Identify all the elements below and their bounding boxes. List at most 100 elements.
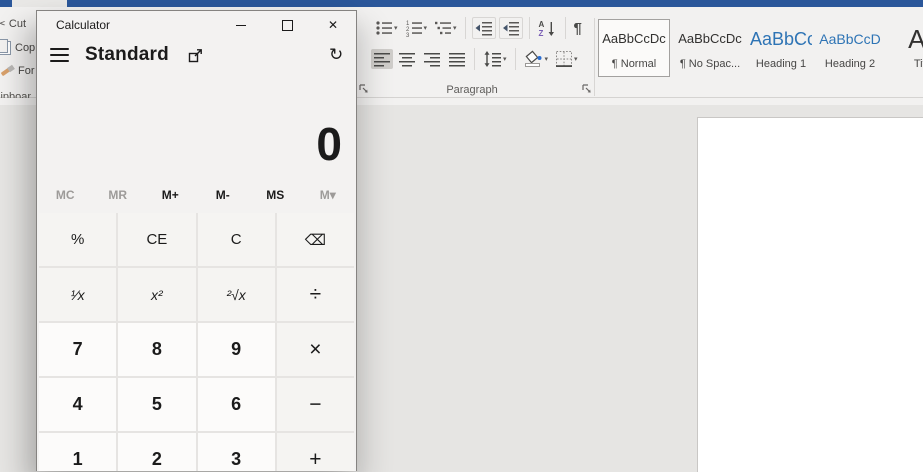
minimize-button[interactable] bbox=[218, 11, 264, 39]
memory-recall-button[interactable]: MR bbox=[92, 188, 145, 202]
multiply-key[interactable]: × bbox=[277, 323, 354, 376]
style-label: ¶ No Spac... bbox=[675, 58, 745, 70]
memory-clear-button[interactable]: MC bbox=[39, 188, 92, 202]
style-label: Title bbox=[888, 58, 923, 70]
five-key[interactable]: 5 bbox=[118, 378, 195, 431]
subtract-key[interactable]: − bbox=[277, 378, 354, 431]
one-key[interactable]: 1 bbox=[39, 433, 116, 471]
square-key[interactable]: x² bbox=[118, 268, 195, 321]
six-key[interactable]: 6 bbox=[198, 378, 275, 431]
copy-button[interactable]: Cop bbox=[0, 41, 35, 55]
bullets-button[interactable]: ▾ bbox=[373, 18, 400, 38]
calculator-titlebar[interactable]: Calculator ✕ bbox=[37, 11, 356, 39]
align-right-icon bbox=[423, 50, 441, 68]
style-label: Heading 2 bbox=[817, 58, 883, 70]
format-painter-button[interactable]: For bbox=[1, 65, 35, 77]
calculator-window: Calculator ✕ Standard ↺ 0 MC MR M+ M- MS… bbox=[36, 10, 357, 471]
memory-subtract-button[interactable]: M- bbox=[197, 188, 250, 202]
four-key[interactable]: 4 bbox=[39, 378, 116, 431]
clear-entry-key[interactable]: CE bbox=[118, 213, 195, 266]
maximize-button[interactable] bbox=[264, 11, 310, 39]
three-key[interactable]: 3 bbox=[198, 433, 275, 471]
show-paragraph-marks-button[interactable]: ¶ bbox=[572, 19, 584, 38]
copy-label: Cop bbox=[15, 42, 35, 54]
numbering-button[interactable]: 1 2 3 ▾ bbox=[403, 18, 430, 38]
maximize-icon bbox=[282, 20, 293, 31]
style-sample: Aa bbox=[888, 26, 923, 52]
cut-button[interactable]: ✂ Cut bbox=[0, 16, 26, 32]
line-spacing-dropdown-icon[interactable]: ▾ bbox=[503, 55, 507, 63]
menu-button[interactable] bbox=[50, 48, 69, 62]
style-heading-1[interactable]: AaBbCc Heading 1 bbox=[750, 19, 812, 77]
clear-key[interactable]: C bbox=[198, 213, 275, 266]
keypad: % CE C ⌫ ¹⁄x x² ²√x ÷ 7 8 9 × 4 5 6 − 1 … bbox=[39, 213, 354, 471]
memory-add-button[interactable]: M+ bbox=[144, 188, 197, 202]
ribbon-separator bbox=[465, 17, 466, 39]
multilevel-list-button[interactable]: ▾ bbox=[432, 18, 459, 38]
minimize-icon bbox=[236, 25, 246, 26]
add-key[interactable]: + bbox=[277, 433, 354, 471]
divide-key[interactable]: ÷ bbox=[277, 268, 354, 321]
increase-indent-button[interactable] bbox=[499, 17, 523, 39]
pilcrow-icon: ¶ bbox=[574, 20, 582, 37]
style-sample: AaBbCc bbox=[750, 26, 812, 52]
borders-dropdown-icon[interactable]: ▾ bbox=[574, 55, 578, 63]
style-no-spacing[interactable]: AaBbCcDc ¶ No Spac... bbox=[675, 19, 745, 77]
align-center-button[interactable] bbox=[396, 49, 418, 69]
align-left-button[interactable] bbox=[371, 49, 393, 69]
style-sample: AaBbCcDc bbox=[675, 26, 745, 52]
memory-row: MC MR M+ M- MS M▾ bbox=[37, 177, 356, 213]
scissors-icon: ✂ bbox=[0, 16, 6, 32]
numbering-dropdown-icon[interactable]: ▾ bbox=[424, 24, 428, 32]
document-page[interactable] bbox=[697, 117, 923, 472]
eight-key[interactable]: 8 bbox=[118, 323, 195, 376]
keep-on-top-button[interactable] bbox=[187, 47, 204, 64]
line-spacing-button[interactable]: ▾ bbox=[481, 49, 509, 69]
format-painter-label: For bbox=[18, 65, 35, 77]
reciprocal-key[interactable]: ¹⁄x bbox=[39, 268, 116, 321]
square-root-key[interactable]: ²√x bbox=[198, 268, 275, 321]
format-painter-icon bbox=[1, 65, 15, 77]
justify-button[interactable] bbox=[446, 49, 468, 69]
memory-flyout-button[interactable]: M▾ bbox=[302, 188, 355, 202]
align-center-icon bbox=[398, 50, 416, 68]
justify-icon bbox=[448, 50, 466, 68]
align-right-button[interactable] bbox=[421, 49, 443, 69]
style-sample: AaBbCcD bbox=[817, 26, 883, 52]
style-title[interactable]: Aa Title bbox=[888, 19, 923, 77]
style-normal[interactable]: AaBbCcDc ¶ Normal bbox=[598, 19, 670, 77]
numbering-icon: 1 2 3 bbox=[405, 19, 423, 37]
nine-key[interactable]: 9 bbox=[198, 323, 275, 376]
copy-icon bbox=[0, 41, 11, 55]
svg-text:A: A bbox=[538, 20, 544, 29]
backspace-key[interactable]: ⌫ bbox=[277, 213, 354, 266]
sort-icon: A Z bbox=[538, 19, 557, 38]
style-label: ¶ Normal bbox=[599, 58, 669, 70]
seven-key[interactable]: 7 bbox=[39, 323, 116, 376]
two-key[interactable]: 2 bbox=[118, 433, 195, 471]
multilevel-dropdown-icon[interactable]: ▾ bbox=[453, 24, 457, 32]
bullets-dropdown-icon[interactable]: ▾ bbox=[394, 24, 398, 32]
styles-gallery: AaBbCcDc ¶ Normal AaBbCcDc ¶ No Spac... … bbox=[598, 19, 923, 77]
style-heading-2[interactable]: AaBbCcD Heading 2 bbox=[817, 19, 883, 77]
word-titlebar-notch bbox=[12, 0, 67, 7]
svg-text:Z: Z bbox=[538, 29, 543, 38]
shading-dropdown-icon[interactable]: ▾ bbox=[545, 55, 549, 63]
borders-button[interactable]: ▾ bbox=[553, 49, 580, 69]
paragraph-dialog-launcher[interactable] bbox=[582, 84, 592, 94]
ribbon-separator bbox=[515, 48, 516, 70]
align-left-icon bbox=[373, 50, 391, 68]
decrease-indent-button[interactable] bbox=[472, 17, 496, 39]
svg-text:3: 3 bbox=[406, 33, 410, 37]
sort-button[interactable]: A Z bbox=[536, 18, 559, 39]
close-icon: ✕ bbox=[328, 18, 338, 32]
percent-key[interactable]: % bbox=[39, 213, 116, 266]
history-button[interactable]: ↺ bbox=[329, 45, 343, 65]
shading-button[interactable]: ▾ bbox=[522, 49, 551, 70]
group-divider bbox=[594, 18, 595, 96]
memory-store-button[interactable]: MS bbox=[249, 188, 302, 202]
font-dialog-launcher[interactable] bbox=[359, 84, 369, 94]
ribbon-separator bbox=[529, 17, 530, 39]
decrease-indent-icon bbox=[475, 19, 493, 37]
close-button[interactable]: ✕ bbox=[310, 11, 356, 39]
